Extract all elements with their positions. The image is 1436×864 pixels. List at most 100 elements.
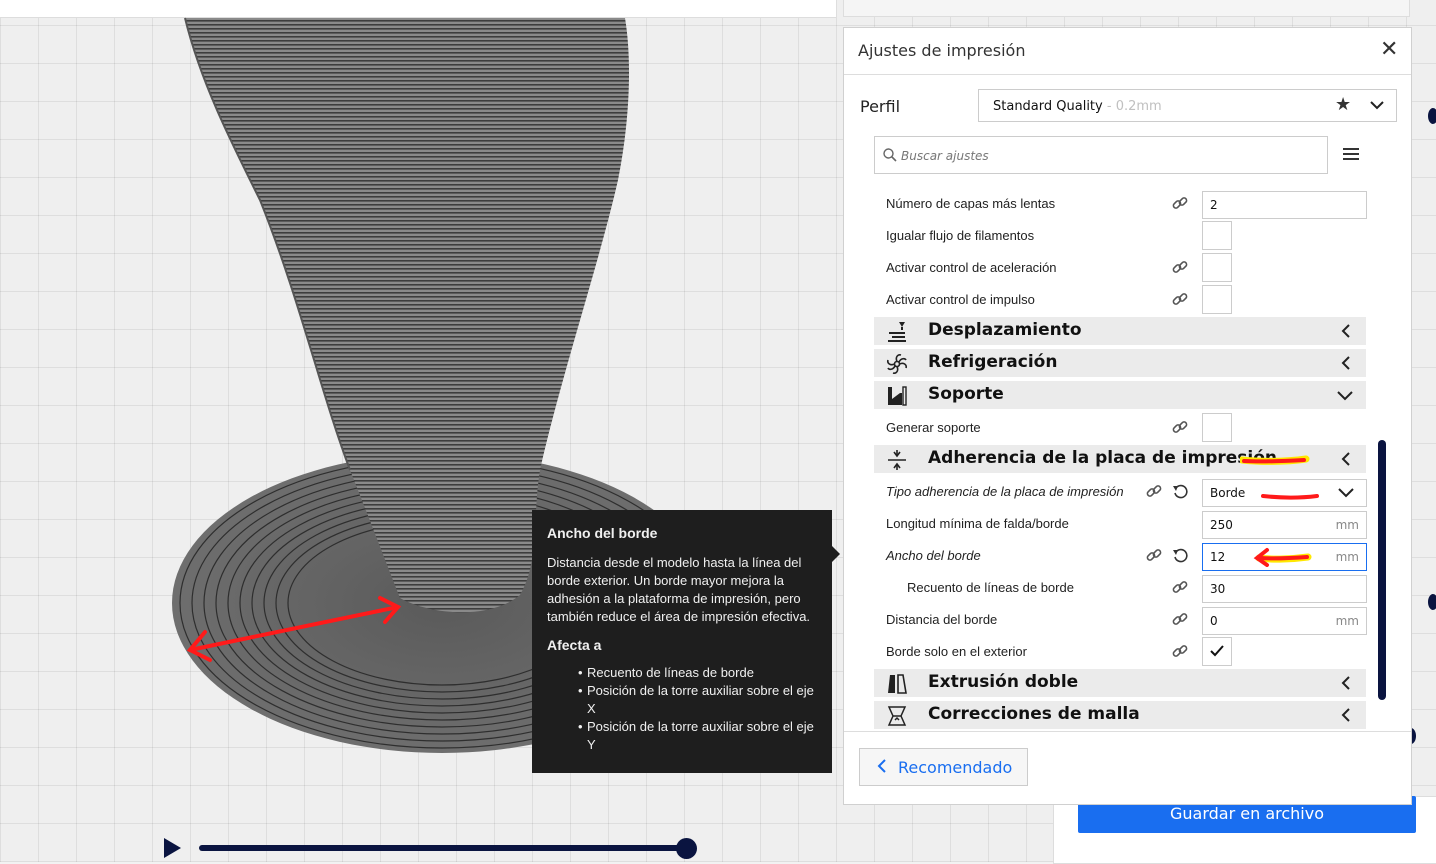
generate-support-checkbox[interactable] (1202, 413, 1232, 442)
slower-layers-input[interactable]: 2 (1202, 191, 1367, 219)
setting-row-brim-line-count: Recuento de líneas de borde 30 (874, 572, 1369, 604)
profile-name-text: Standard Quality - 0.2mm (993, 99, 1162, 114)
checkmark-icon (1210, 645, 1224, 657)
adhesion-type-dropdown[interactable]: Borde (1202, 479, 1367, 507)
field-unit: mm (1335, 550, 1359, 564)
setting-label: Recuento de líneas de borde (907, 580, 1074, 595)
jerk-checkbox[interactable] (1202, 285, 1232, 314)
reset-icon[interactable] (1172, 547, 1188, 563)
travel-icon (888, 322, 906, 342)
setting-row-skirt-min-length: Longitud mínima de falda/borde 250 mm (874, 508, 1369, 540)
search-input[interactable] (899, 145, 1323, 167)
category-travel[interactable]: Desplazamiento (874, 317, 1366, 345)
category-cooling[interactable]: Refrigeración (874, 349, 1366, 377)
tooltip-title: Ancho del borde (547, 525, 658, 541)
recommended-button[interactable]: Recomendado (859, 748, 1028, 786)
link-icon (1172, 613, 1188, 625)
setting-tooltip: Ancho del borde Distancia desde el model… (532, 510, 840, 773)
setting-label: Longitud mínima de falda/borde (886, 516, 1069, 531)
dual-extrusion-icon (888, 674, 907, 694)
divider (844, 731, 1411, 732)
settings-list[interactable]: Número de capas más lentas 2 Igualar flu… (874, 188, 1369, 730)
close-icon[interactable]: ✕ (1380, 37, 1398, 62)
chevron-left-icon (1341, 356, 1350, 370)
setting-row-brim-outside-only: Borde solo en el exterior (874, 636, 1369, 668)
chevron-left-icon (1341, 452, 1350, 466)
layer-slider-marker[interactable] (1428, 594, 1436, 610)
category-adhesion[interactable]: Adherencia de la placa de impresión (874, 445, 1366, 473)
support-icon (888, 386, 907, 406)
brim-gap-input[interactable]: 0 mm (1202, 607, 1367, 635)
field-value: Borde (1210, 486, 1246, 500)
brim-outside-only-checkbox[interactable] (1202, 637, 1232, 666)
field-unit: mm (1335, 614, 1359, 628)
play-icon[interactable] (164, 838, 181, 858)
setting-label: Ancho del borde (886, 548, 981, 563)
print-settings-panel: Ajustes de impresión ✕ Perfil Standard Q… (843, 27, 1412, 805)
divider (844, 74, 1411, 75)
category-label: Soporte (928, 384, 1004, 404)
link-icon (1172, 581, 1188, 593)
recommended-label: Recomendado (898, 758, 1013, 777)
field-value: 12 (1210, 550, 1226, 564)
layer-slider-marker[interactable] (1428, 108, 1436, 124)
setting-label: Generar soporte (886, 420, 981, 435)
category-label: Desplazamiento (928, 320, 1082, 340)
profile-name: Standard Quality (993, 99, 1103, 114)
setting-row-equalize-flow: Igualar flujo de filamentos (874, 220, 1369, 252)
tooltip-affects-item: Recuento de líneas de borde (578, 664, 817, 682)
chevron-down-icon (1337, 391, 1353, 401)
tooltip-affects-list: Recuento de líneas de borde Posición de … (547, 664, 817, 754)
layer-slider-track[interactable] (199, 845, 689, 851)
chevron-left-icon (1341, 676, 1350, 690)
acceleration-checkbox[interactable] (1202, 253, 1232, 282)
equalize-flow-checkbox[interactable] (1202, 221, 1232, 250)
link-icon (1172, 293, 1188, 305)
brim-width-input[interactable]: 12 mm (1202, 543, 1367, 571)
setting-label: Igualar flujo de filamentos (886, 228, 1035, 243)
link-icon (1172, 421, 1188, 433)
field-value: 2 (1210, 198, 1218, 212)
setting-label: Borde solo en el exterior (886, 644, 1027, 659)
highlight-annotation (1261, 494, 1319, 500)
link-icon (1172, 261, 1188, 273)
category-label: Refrigeración (928, 352, 1058, 372)
tooltip-affects-item: Posición de la torre auxiliar sobre el e… (578, 718, 817, 754)
setting-label: Activar control de aceleración (886, 260, 1057, 275)
setting-row-acceleration: Activar control de aceleración (874, 252, 1369, 284)
setting-row-generate-support: Generar soporte (874, 412, 1369, 444)
menu-icon[interactable] (1343, 147, 1359, 161)
field-value: 0 (1210, 614, 1218, 628)
chevron-down-icon (1370, 101, 1384, 110)
fan-icon (887, 354, 907, 374)
category-label: Adherencia de la placa de impresión (928, 448, 1278, 468)
star-icon[interactable]: ★ (1335, 94, 1351, 115)
setting-label: Tipo adherencia de la placa de impresión (886, 484, 1124, 499)
field-value: 30 (1210, 582, 1226, 596)
mesh-fixes-icon (887, 706, 907, 726)
profile-dropdown[interactable]: Standard Quality - 0.2mm ★ (978, 89, 1397, 122)
category-dual-extrusion[interactable]: Extrusión doble (874, 669, 1366, 697)
panel-title: Ajustes de impresión (858, 41, 1026, 60)
layer-slider-handle[interactable] (676, 838, 697, 859)
setting-label: Distancia del borde (886, 612, 998, 627)
highlight-annotation (1240, 455, 1310, 465)
reset-icon[interactable] (1172, 483, 1188, 499)
annotation-arrow-icon (1253, 548, 1312, 567)
profile-layer-height: - 0.2mm (1102, 99, 1162, 114)
brim-line-count-input[interactable]: 30 (1202, 575, 1367, 603)
settings-scrollbar[interactable] (1378, 440, 1386, 700)
setting-label: Activar control de impulso (886, 292, 1035, 307)
field-unit: mm (1335, 518, 1359, 532)
category-mesh-fixes[interactable]: Correcciones de malla (874, 701, 1366, 729)
category-support[interactable]: Soporte (874, 381, 1366, 409)
skirt-min-length-input[interactable]: 250 mm (1202, 511, 1367, 539)
category-label: Correcciones de malla (928, 704, 1140, 724)
tooltip-description: Distancia desde el modelo hasta la línea… (547, 555, 811, 624)
link-icon (1146, 485, 1162, 497)
setting-label: Número de capas más lentas (886, 196, 1056, 211)
search-icon (883, 148, 897, 162)
link-icon (1172, 645, 1188, 657)
search-box[interactable] (874, 136, 1328, 174)
setting-row-brim-width: Ancho del borde 12 mm (874, 540, 1369, 572)
